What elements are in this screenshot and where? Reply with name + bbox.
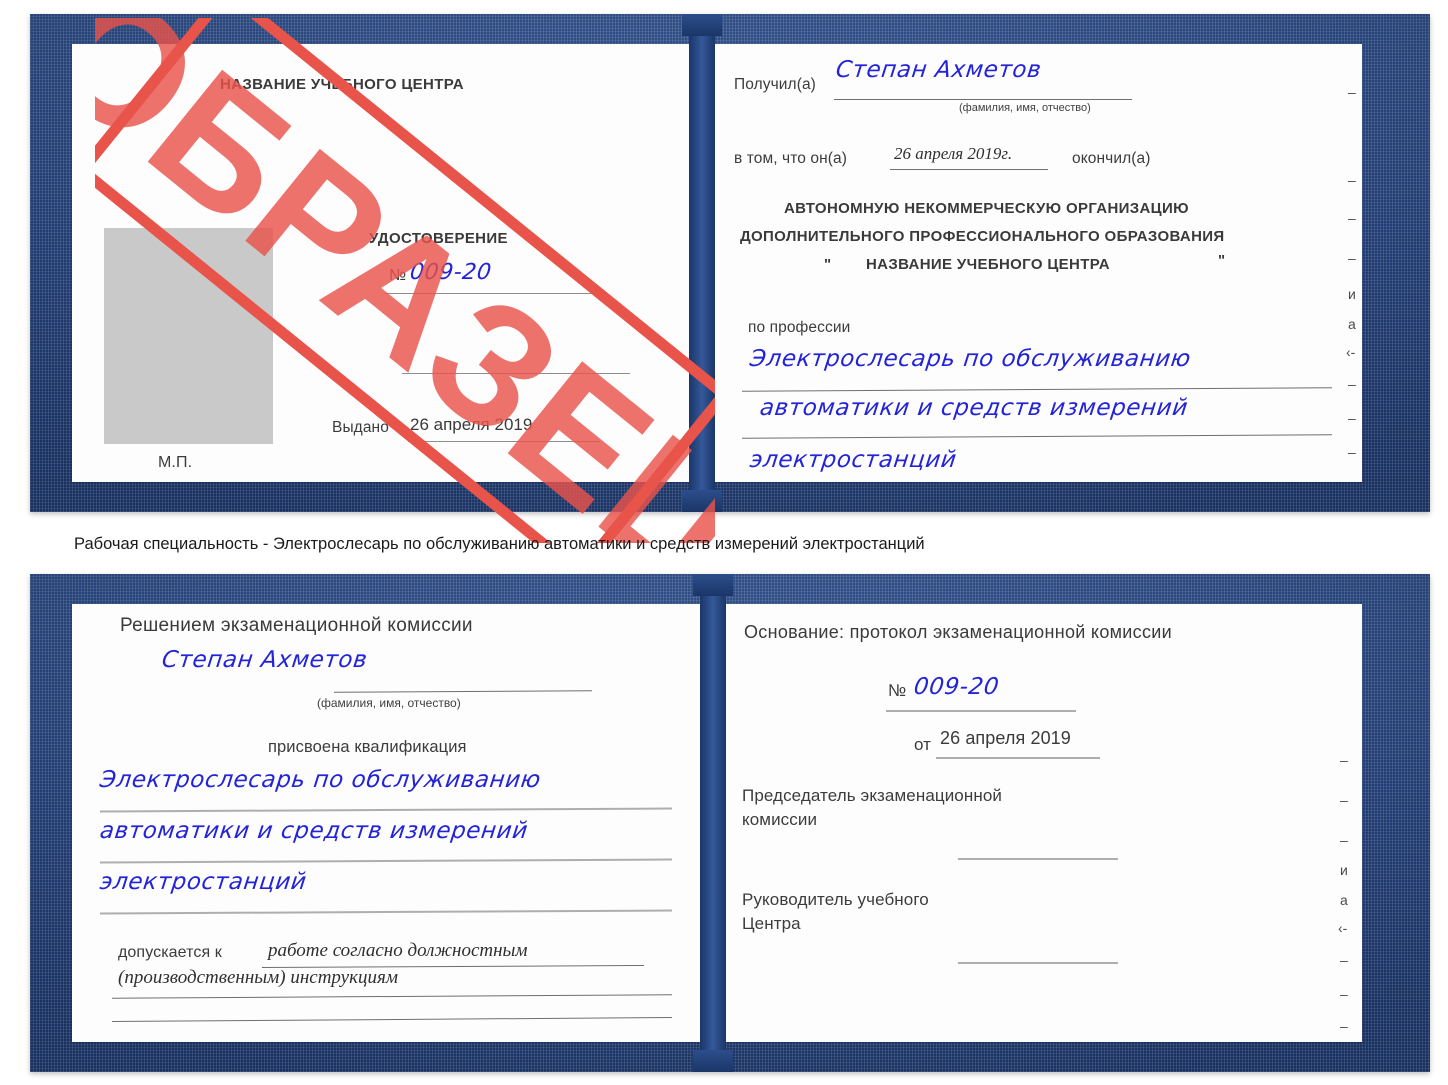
qualification-line2: автоматики и средств измерений [98,818,530,844]
head-line1: Руководитель учебного [742,890,929,909]
certificate-bottom-spine [700,574,726,1072]
qualification-rule3 [99,909,673,915]
issued-label-top-left: Выдано [332,419,389,436]
edge-mark-4: и [1348,286,1356,302]
qualification-line1: Электрослесарь по обслуживанию [98,767,543,793]
caption-text: Рабочая специальность - Электрослесарь п… [74,535,925,553]
in-that-rule [890,169,1048,170]
photo-placeholder [104,228,273,444]
in-that-value: 26 апреля 2019г. [894,144,1013,163]
seal-label-top-left: М.П. [158,454,193,471]
org-line1: АВТОНОМНУЮ НЕКОММЕРЧЕСКУЮ ОРГАНИЗАЦИЮ [784,200,1189,217]
decision-name-value: Степан Ахметов [160,647,369,673]
certificate-top-spine-tab-bottom [682,490,722,512]
in-that-label: в том, что он(а) [734,150,848,167]
received-rule [834,99,1132,100]
qualification-rule1 [99,807,673,813]
certificate-top-spine [689,14,715,512]
protocol-number-label: № [888,681,907,700]
edge-mark-1: – [1348,172,1356,188]
profession-line2: автоматики и средств измерений [758,395,1190,421]
edge-mark-9: – [1348,444,1356,460]
org-line3: НАЗВАНИЕ УЧЕБНОГО ЦЕНТРА [866,256,1110,273]
chairman-line2: комиссии [742,810,818,829]
org-line2: ДОПОЛНИТЕЛЬНОГО ПРОФЕССИОНАЛЬНОГО ОБРАЗО… [740,228,1225,245]
qualification-rule2 [99,858,673,864]
issued-value-top-left: 26 апреля 2019 [410,415,533,434]
edge-mark-b8: – [1340,1018,1348,1034]
edge-mark-8: – [1348,410,1356,426]
doc-title-top-left: УДОСТОВЕРЕНИЕ [369,230,508,247]
admitted-rule2 [112,994,672,999]
protocol-number-rule [886,710,1076,712]
decision-name-hint: (фамилия, имя, отчество) [317,696,461,710]
edge-mark-b0: – [1340,752,1348,768]
profession-label: по профессии [748,319,851,336]
profession-line3: электростанций [748,447,959,473]
number-value-top-left: 009-20 [408,260,494,285]
edge-mark-2: – [1348,210,1356,226]
edge-mark-b1: – [1340,792,1348,808]
certificate-bottom-spine-tab-bottom [693,1050,733,1072]
finished-label: окончил(а) [1072,150,1151,167]
name-hint-top: (фамилия, имя, отчество) [959,102,1091,114]
protocol-number-value: 009-20 [912,674,1001,700]
org-title-top-left: НАЗВАНИЕ УЧЕБНОГО ЦЕНТРА [220,76,464,93]
qualification-line3: электростанций [98,869,309,895]
edge-mark-b5: ‹- [1338,920,1348,936]
chairman-signature-rule [958,858,1118,860]
edge-mark-b7: – [1340,986,1348,1002]
protocol-date-rule [936,757,1100,759]
admitted-line2: (производственным) инструкциям [118,967,398,988]
issued-rule-top-left [408,441,600,442]
certificate-top-left-page: НАЗВАНИЕ УЧЕБНОГО ЦЕНТРА УДОСТОВЕРЕНИЕ №… [72,44,693,482]
profession-rule2 [742,434,1332,439]
chairman-line1: Председатель экзаменационной [742,786,1002,805]
qualification-label: присвоена квалификация [268,738,467,756]
decision-heading: Решением экзаменационной комиссии [120,615,473,636]
head-signature-rule [958,962,1118,964]
protocol-date-value: 26 апреля 2019 [940,728,1071,748]
basis-label: Основание: протокол экзаменационной коми… [744,622,1172,642]
certificate-bottom-spine-tab-top [693,574,733,596]
edge-mark-0: – [1348,84,1356,100]
edge-mark-5: а [1348,316,1356,332]
org-quote-close: " [1218,252,1226,269]
profession-rule1 [742,387,1332,392]
received-label: Получил(а) [734,76,816,93]
decision-name-rule [333,690,593,693]
number-rule-top-left [385,293,601,294]
number-label-top-left: № [389,267,407,284]
received-value: Степан Ахметов [834,57,1043,83]
edge-mark-6: ‹- [1346,344,1356,360]
profession-line1: Электрослесарь по обслуживанию [748,346,1193,372]
head-line2: Центра [742,914,801,933]
admitted-rule3 [112,1017,672,1022]
blank-rule-top-left [402,373,630,374]
admitted-line1: работе согласно должностным [268,940,528,961]
org-quote-open: " [824,256,832,273]
edge-mark-b3: и [1340,862,1348,878]
certificate-bottom-right-page: Основание: протокол экзаменационной коми… [718,604,1362,1042]
edge-mark-b2: – [1340,832,1348,848]
protocol-date-label: от [914,735,932,754]
admitted-label: допускается к [118,944,222,961]
edge-mark-7: – [1348,376,1356,392]
edge-mark-3: – [1348,250,1356,266]
edge-mark-b6: – [1340,952,1348,968]
certificate-top-spine-tab-top [682,14,722,36]
edge-mark-b4: а [1340,892,1348,908]
certificate-bottom-left-page: Решением экзаменационной комиссии Степан… [72,604,703,1042]
certificate-top-right-page: Получил(а) Степан Ахметов (фамилия, имя,… [706,44,1362,482]
